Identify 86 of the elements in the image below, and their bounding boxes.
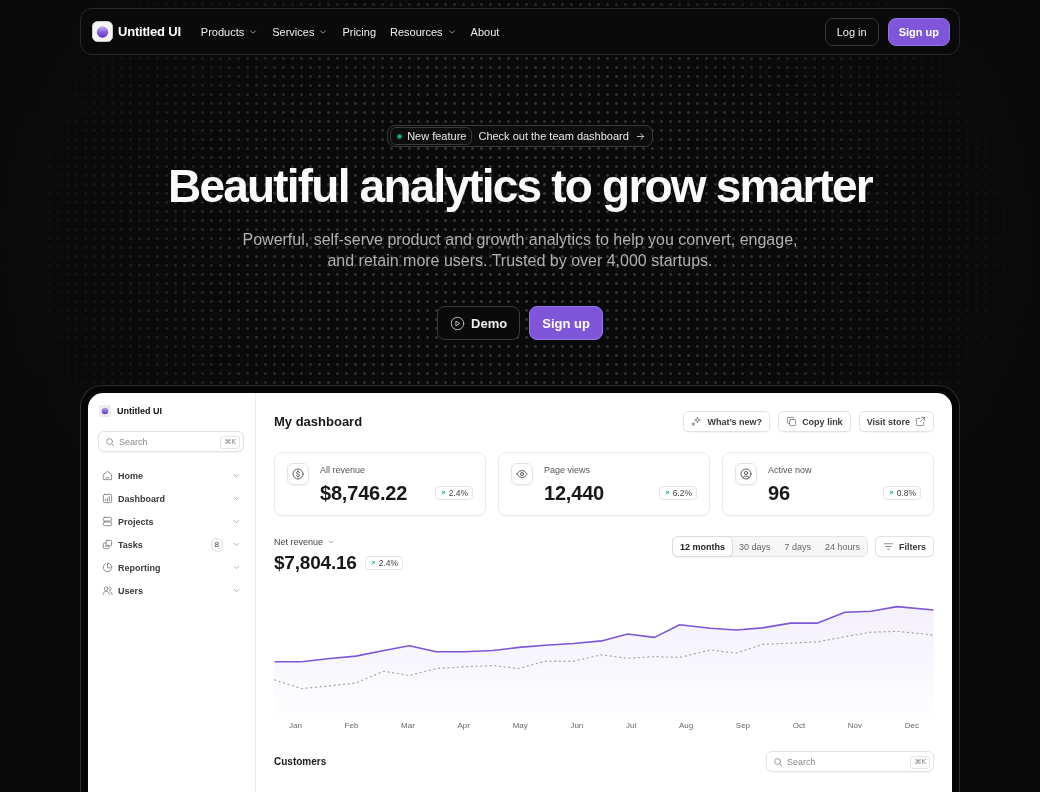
- brand-name: Untitled UI: [118, 24, 181, 39]
- month-label: Jun: [570, 720, 584, 732]
- filters-button[interactable]: Filters: [875, 536, 934, 557]
- stat-value: 96: [768, 481, 790, 505]
- month-label: Nov: [847, 720, 863, 732]
- visit-store-button[interactable]: Visit store: [858, 411, 934, 432]
- play-circle-icon: [450, 315, 466, 331]
- chevron-down-icon[interactable]: [232, 494, 241, 503]
- range-tab[interactable]: 30 days: [731, 537, 778, 556]
- brand-name: Untitled UI: [117, 406, 162, 416]
- stat-label: Page views: [544, 464, 592, 476]
- arrow-up-right-icon: [887, 490, 894, 496]
- status-dot-icon: [396, 132, 404, 140]
- sidebar-item[interactable]: Home: [102, 470, 232, 481]
- month-label: Aug: [678, 720, 694, 732]
- chevron-down-icon[interactable]: [232, 563, 241, 572]
- sign-up-button[interactable]: Sign up: [887, 17, 950, 46]
- stat-label: Active now: [768, 464, 813, 476]
- change-percent: 0.8%: [896, 488, 916, 498]
- eye-icon: [511, 463, 533, 485]
- sidebar-item[interactable]: Reporting: [102, 562, 232, 573]
- hero-subtitle: Powerful, self-serve product and growth analytics to help you convert, engage, and retain more users. Trusted by over 4,000 startups.: [241, 230, 799, 271]
- home-icon: [102, 470, 113, 481]
- nav-link[interactable]: Resources: [390, 25, 457, 38]
- range-tab[interactable]: 7 days: [777, 537, 818, 556]
- month-label: Oct: [792, 720, 806, 732]
- nav-link[interactable]: Services: [272, 25, 329, 38]
- month-label: May: [512, 720, 528, 732]
- metric-dropdown[interactable]: Net revenue: [274, 536, 404, 548]
- stack-icon: [102, 516, 113, 527]
- users-icon: [102, 585, 113, 596]
- tag-label: New feature: [407, 130, 467, 142]
- revenue-value: $7,804.16: [274, 552, 357, 574]
- month-label: Sep: [735, 720, 751, 732]
- chevron-down-icon[interactable]: [232, 540, 241, 549]
- announcement-text: Check out the team dashboard: [478, 130, 629, 142]
- sidebar-item[interactable]: Dashboard: [102, 493, 232, 504]
- copy-link-button[interactable]: Copy link: [778, 411, 851, 432]
- month-label: Mar: [401, 720, 415, 732]
- demo-button[interactable]: Demo: [437, 306, 521, 340]
- sidebar-item[interactable]: Projects: [102, 516, 232, 527]
- log-in-button[interactable]: Log in: [824, 17, 879, 46]
- month-label: Apr: [457, 720, 470, 732]
- logo-icon: [99, 405, 111, 417]
- announcement-link[interactable]: New feature Check out the team dashboard: [387, 125, 653, 147]
- chevron-down-icon[interactable]: [232, 471, 241, 480]
- chevron-down-icon[interactable]: [232, 586, 241, 595]
- external-link-icon: [915, 416, 926, 427]
- month-label: Jul: [626, 720, 637, 732]
- month-label: Feb: [344, 720, 359, 732]
- logo-icon: [92, 21, 113, 42]
- bar-chart-icon: [102, 493, 113, 504]
- sign-up-button[interactable]: Sign up: [529, 306, 603, 340]
- arrow-up-right-icon: [369, 560, 376, 566]
- search-icon: [105, 436, 115, 447]
- nav-link[interactable]: Pricing: [342, 25, 377, 38]
- search-icon: [773, 756, 783, 767]
- count-badge: 8: [210, 537, 223, 552]
- stat-value: 12,440: [544, 481, 604, 505]
- hero-title: Beautiful analytics to grow smarter: [167, 159, 874, 214]
- copy-icon: [786, 416, 798, 427]
- stat-label: All revenue: [320, 464, 367, 476]
- sidebar-item[interactable]: Tasks: [102, 539, 211, 550]
- filter-lines-icon: [883, 541, 894, 552]
- page-title: My dashboard: [274, 414, 363, 429]
- pie-chart-icon: [102, 562, 113, 573]
- nav-link[interactable]: Products: [200, 25, 259, 38]
- whats-new-button[interactable]: What’s new?: [683, 411, 771, 432]
- nav-link[interactable]: About: [470, 25, 500, 38]
- arrow-up-right-icon: [439, 490, 446, 496]
- arrow-right-icon: [634, 130, 646, 142]
- range-tab[interactable]: 12 months: [671, 536, 733, 557]
- section-title: Customers: [274, 756, 327, 767]
- stat-value: $8,746.22: [320, 481, 408, 505]
- range-tab[interactable]: 24 hours: [817, 537, 867, 556]
- change-percent: 6.2%: [672, 488, 692, 498]
- checked-squares-icon: [102, 539, 113, 550]
- change-percent: 2.4%: [448, 488, 468, 498]
- sidebar-item[interactable]: Users: [102, 585, 232, 596]
- month-label: Jan: [289, 720, 302, 732]
- month-label: Dec: [904, 720, 919, 732]
- change-percent: 2.4%: [378, 558, 399, 568]
- chevron-down-icon[interactable]: [232, 517, 241, 526]
- arrow-up-right-icon: [663, 490, 670, 496]
- chevron-down-icon: [327, 538, 336, 546]
- sparkle-icon: [691, 416, 703, 427]
